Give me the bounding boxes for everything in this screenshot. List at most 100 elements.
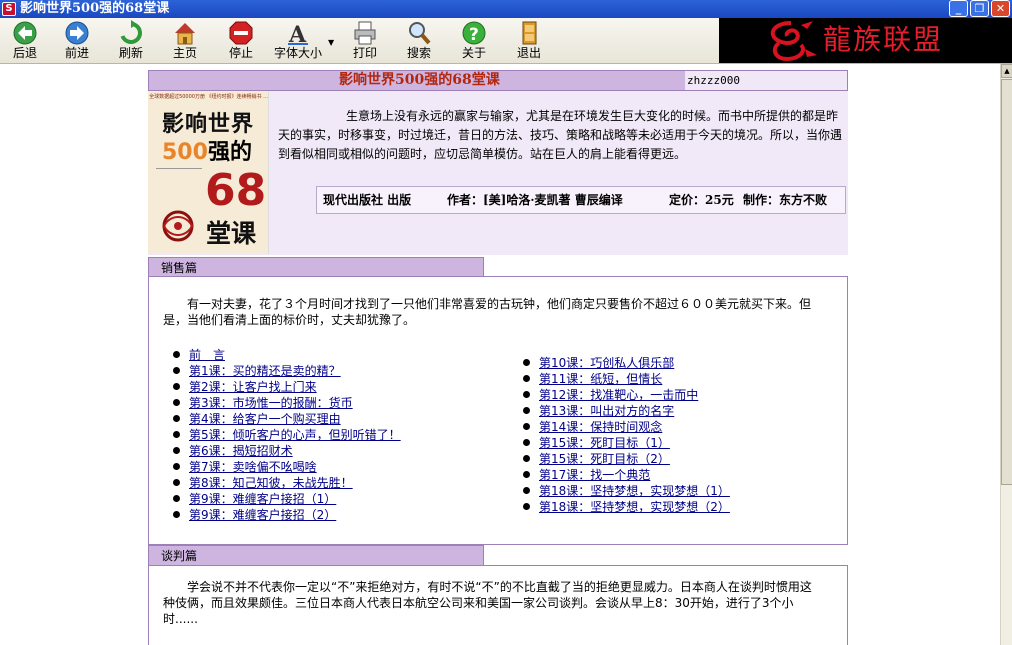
lesson-item: 第11课：纸短，但情长 bbox=[523, 371, 730, 387]
lesson-link[interactable]: 第17课：找一个典范 bbox=[539, 468, 650, 482]
lesson-link[interactable]: 第2课：让客户找上门来 bbox=[189, 380, 317, 394]
lesson-item: 第9课：难缠客户接招（2） bbox=[173, 507, 401, 523]
cover-title-line2-text: 强的 bbox=[207, 140, 252, 165]
lesson-item: 第8课：知己知彼，未战先胜！ bbox=[173, 475, 401, 491]
lesson-link[interactable]: 第15课：死盯目标（2） bbox=[539, 452, 670, 466]
font-size-dropdown-icon[interactable]: ▼ bbox=[328, 38, 334, 47]
lesson-link[interactable]: 第8课：知己知彼，未战先胜！ bbox=[189, 476, 353, 490]
lesson-item: 第15课：死盯目标（1） bbox=[523, 435, 730, 451]
cover-title-line4: 堂课 bbox=[206, 219, 257, 248]
lesson-item: 第17课：找一个典范 bbox=[523, 467, 730, 483]
lesson-item: 第6课：揭短招财术 bbox=[173, 443, 401, 459]
about-label: 关于 bbox=[461, 46, 486, 60]
home-button[interactable]: 主页 bbox=[160, 20, 210, 62]
lesson-item: 第4课：给客户一个购买理由 bbox=[173, 411, 401, 427]
print-button[interactable]: 打印 bbox=[340, 20, 390, 62]
lesson-item: 前 言 bbox=[173, 347, 401, 363]
lesson-item: 第9课：难缠客户接招（1） bbox=[173, 491, 401, 507]
book-intro: 全球数据超过50000万册 《纽约时报》连续畅销书 ... 影响世界 500强的… bbox=[148, 91, 848, 255]
forward-label: 前进 bbox=[64, 46, 89, 60]
vertical-scrollbar[interactable]: ▲ bbox=[1000, 64, 1012, 645]
intro-paragraph: 生意场上没有永远的赢家与输家，尤其是在环境发生巨大变化的时候。而书中所提供的都是… bbox=[278, 109, 843, 161]
lesson-link[interactable]: 第9课：难缠客户接招（1） bbox=[189, 492, 336, 506]
book-cover-image: 全球数据超过50000万册 《纽约时报》连续畅销书 ... 影响世界 500强的… bbox=[148, 92, 269, 254]
minimize-button[interactable]: _ bbox=[949, 0, 968, 17]
book-title: 影响世界500强的68堂课 bbox=[339, 72, 500, 88]
lesson-link[interactable]: 第9课：难缠客户接招（2） bbox=[189, 508, 336, 522]
negotiation-intro-paragraph: 学会说不并不代表你一定以“不”来拒绝对方，有时不说“不”的不比直截了当的拒绝更显… bbox=[163, 580, 812, 626]
lesson-item: 第2课：让客户找上门来 bbox=[173, 379, 401, 395]
sales-intro-paragraph: 有一对夫妻，花了３个月时间才找到了一只他们非常喜爱的古玩钟，他们商定只要售价不超… bbox=[163, 297, 812, 327]
svg-text:A: A bbox=[288, 22, 307, 46]
lesson-item: 第18课：坚持梦想，实现梦想（2） bbox=[523, 499, 730, 515]
font-size-icon: A bbox=[288, 22, 308, 46]
search-icon bbox=[409, 22, 431, 45]
lesson-link[interactable]: 第12课：找准靶心，一击而中 bbox=[539, 388, 698, 402]
content-area: 影响世界500强的68堂课 zhzzz000 全球数据超过50000万册 《纽约… bbox=[0, 64, 1000, 645]
back-button[interactable]: 后退 bbox=[0, 20, 50, 62]
app-icon[interactable]: S bbox=[2, 2, 16, 16]
lesson-link[interactable]: 第11课：纸短，但情长 bbox=[539, 372, 662, 386]
lesson-link[interactable]: 第14课：保持时间观念 bbox=[539, 420, 662, 434]
scroll-thumb[interactable] bbox=[1001, 79, 1012, 485]
help-icon: ? bbox=[462, 21, 486, 45]
about-button[interactable]: ? 关于 bbox=[449, 20, 499, 62]
lesson-link[interactable]: 第10课：巧创私人俱乐部 bbox=[539, 356, 674, 370]
publication-info: 现代出版社 出版 作者：[美]哈洛·麦凯著 曹辰编译 定价：25元 制作：东方不… bbox=[316, 186, 846, 214]
stop-button[interactable]: 停止 bbox=[216, 20, 266, 62]
exit-label: 退出 bbox=[516, 46, 541, 60]
lesson-link[interactable]: 第1课：买的精还是卖的精？ bbox=[189, 364, 341, 378]
section-sales: 有一对夫妻，花了３个月时间才找到了一只他们非常喜爱的古玩钟，他们商定只要售价不超… bbox=[148, 276, 848, 545]
close-button[interactable]: ✕ bbox=[991, 0, 1010, 17]
sales-lesson-list-left: 前 言第1课：买的精还是卖的精？ 第2课：让客户找上门来第3课：市场惟一的报酬：货… bbox=[173, 347, 401, 523]
lesson-link[interactable]: 第18课：坚持梦想，实现梦想（2） bbox=[539, 500, 730, 514]
lesson-item: 第15课：死盯目标（2） bbox=[523, 451, 730, 467]
stop-icon bbox=[229, 21, 253, 45]
cover-title-line1: 影响世界 bbox=[162, 112, 255, 137]
lesson-link[interactable]: 第13课：叫出对方的名字 bbox=[539, 404, 674, 418]
maximize-button[interactable]: ❐ bbox=[970, 0, 989, 17]
printer-icon bbox=[354, 21, 376, 45]
lesson-link[interactable]: 前 言 bbox=[189, 348, 225, 362]
section-tab-negotiation: 谈判篇 bbox=[148, 545, 484, 565]
back-label: 后退 bbox=[12, 46, 37, 60]
lesson-link[interactable]: 第6课：揭短招财术 bbox=[189, 444, 293, 458]
book-header: 影响世界500强的68堂课 zhzzz000 bbox=[148, 70, 848, 91]
home-label: 主页 bbox=[172, 46, 197, 60]
scroll-up-arrow-icon[interactable]: ▲ bbox=[1001, 64, 1012, 78]
stop-label: 停止 bbox=[228, 46, 253, 60]
lesson-link[interactable]: 第4课：给客户一个购买理由 bbox=[189, 412, 341, 426]
refresh-button[interactable]: 刷新 bbox=[106, 20, 156, 62]
lesson-item: 第12课：找准靶心，一击而中 bbox=[523, 387, 730, 403]
cover-top-text: 全球数据超过50000万册 《纽约时报》连续畅销书 ... bbox=[149, 94, 268, 100]
browser-window: S 影响世界500强的68堂课 _ ❐ ✕ 后退 前进 刷新 主页 停止 A 字… bbox=[0, 0, 1012, 645]
author: 作者：[美]哈洛·麦凯著 曹辰编译 bbox=[447, 193, 623, 207]
lesson-item: 第14课：保持时间观念 bbox=[523, 419, 730, 435]
font-size-button[interactable]: A 字体大小 bbox=[268, 20, 328, 62]
lesson-link[interactable]: 第5课：倾听客户的心声，但别听错了！ bbox=[189, 428, 401, 442]
lesson-link[interactable]: 第3课：市场惟一的报酬：货币 bbox=[189, 396, 353, 410]
forward-button[interactable]: 前进 bbox=[52, 20, 102, 62]
font-size-label: 字体大小 bbox=[273, 46, 322, 60]
refresh-label: 刷新 bbox=[118, 46, 143, 60]
cover-dragon-icon bbox=[162, 210, 194, 242]
sales-lesson-list-right: 第10课：巧创私人俱乐部 第11课：纸短，但情长第12课：找准靶心，一击而中 第13… bbox=[523, 355, 730, 515]
section-tab-sales: 销售篇 bbox=[148, 257, 484, 277]
back-arrow-icon bbox=[13, 21, 37, 45]
print-label: 打印 bbox=[352, 46, 377, 60]
exit-button[interactable]: 退出 bbox=[504, 20, 554, 62]
lesson-link[interactable]: 第18课：坚持梦想，实现梦想（1） bbox=[539, 484, 730, 498]
user-name: zhzzz000 bbox=[685, 71, 847, 90]
search-button[interactable]: 搜索 bbox=[394, 20, 444, 62]
cover-title-number: 500 bbox=[162, 140, 208, 165]
lesson-item: 第1课：买的精还是卖的精？ bbox=[173, 363, 401, 379]
lesson-link[interactable]: 第7课：卖啥偏不吆喝啥 bbox=[189, 460, 317, 474]
lesson-item: 第3课：市场惟一的报酬：货币 bbox=[173, 395, 401, 411]
lesson-link[interactable]: 第15课：死盯目标（1） bbox=[539, 436, 670, 450]
section-negotiation: 学会说不并不代表你一定以“不”来拒绝对方，有时不说“不”的不比直截了当的拒绝更显… bbox=[148, 565, 848, 645]
lesson-item: 第10课：巧创私人俱乐部 bbox=[523, 355, 730, 371]
lesson-item: 第13课：叫出对方的名字 bbox=[523, 403, 730, 419]
dragon-logo-icon bbox=[770, 21, 817, 62]
forward-arrow-icon bbox=[65, 21, 89, 45]
lesson-item: 第18课：坚持梦想，实现梦想（1） bbox=[523, 483, 730, 499]
